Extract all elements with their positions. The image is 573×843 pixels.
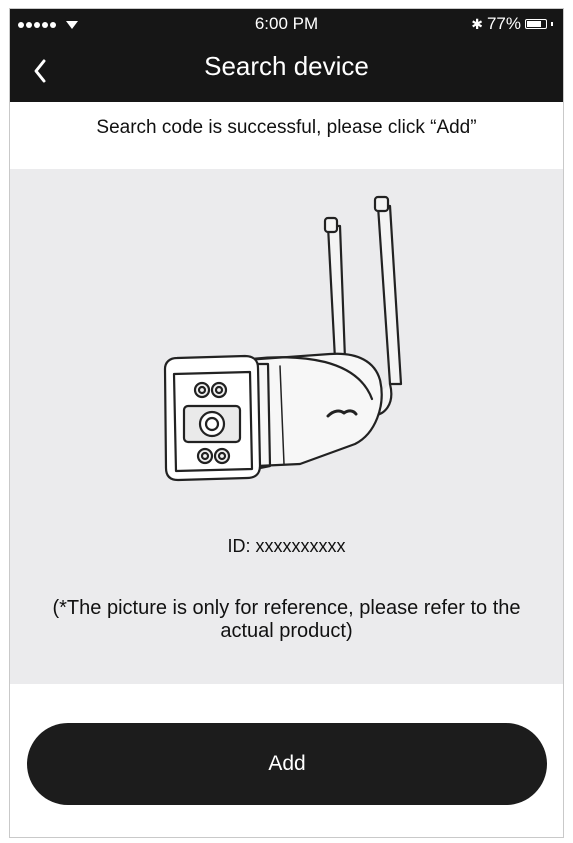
device-id: ID: xxxxxxxxxx — [227, 536, 346, 556]
page-title: Search device — [204, 51, 369, 81]
battery-status: ✱ 77% — [471, 14, 553, 34]
status-bar: 6:00 PM ✱ 77% — [10, 9, 563, 39]
reference-disclaimer: (*The picture is only for reference, ple… — [52, 597, 521, 642]
bluetooth-icon: ✱ — [471, 15, 483, 32]
nav-bar: Search device — [10, 39, 563, 102]
battery-percent: 77% — [486, 14, 521, 33]
add-button[interactable]: Add — [27, 723, 547, 805]
success-message: Search code is successful, please click … — [96, 117, 477, 138]
header: 6:00 PM ✱ 77% Search device — [10, 9, 563, 102]
camera-illustration — [163, 195, 403, 482]
battery-icon — [525, 19, 547, 29]
app-screen: 6:00 PM ✱ 77% Search device Search code … — [9, 8, 564, 838]
device-panel: ID: xxxxxxxxxx (*The picture is only for… — [10, 169, 563, 684]
